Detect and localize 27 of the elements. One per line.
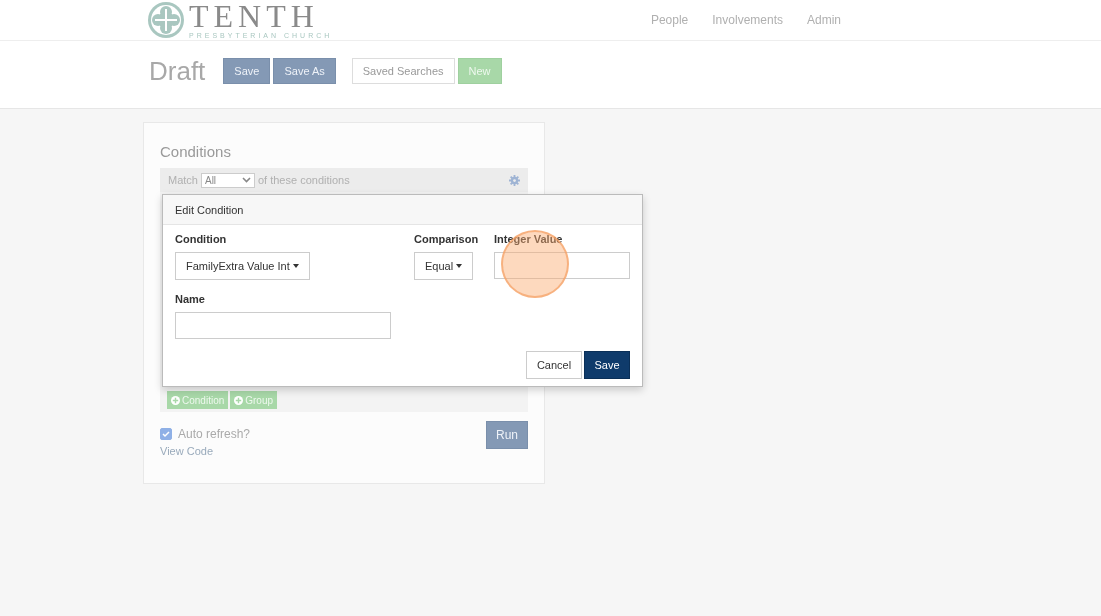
page-title: Draft <box>149 57 206 85</box>
dialog-button[interactable]: Cancel <box>526 351 582 379</box>
toolbar-button[interactable]: Save As <box>273 58 336 84</box>
dialog-button[interactable]: Save <box>584 351 630 379</box>
toolbar-button[interactable]: Saved Searches <box>351 58 455 84</box>
nav-link[interactable]: People <box>650 13 689 27</box>
checkbox-label: Auto refresh? <box>178 427 251 441</box>
section-title: Conditions <box>160 143 232 160</box>
toolbar-button[interactable]: Save <box>223 58 271 84</box>
logo-wordmark: TENTH <box>189 0 319 31</box>
match-suffix: of these conditions <box>257 174 350 186</box>
dialog-title: Edit Condition <box>163 195 642 225</box>
view-code-link[interactable]: View Code <box>160 445 213 457</box>
comparison-dropdown[interactable]: Equal <box>414 252 474 280</box>
field-label: Integer Value <box>494 233 563 245</box>
match-label: Match <box>168 174 198 186</box>
field-label: Condition <box>175 233 227 245</box>
condition-dropdown[interactable]: FamilyExtra Value Int <box>175 252 310 280</box>
field-label: Comparison <box>414 233 479 245</box>
add-button[interactable]: Group <box>230 391 278 409</box>
field-label: Name <box>175 293 205 305</box>
nav-link[interactable]: Involvements <box>712 13 783 27</box>
run-button[interactable]: Run <box>486 421 528 449</box>
add-button[interactable]: Condition <box>167 391 229 409</box>
toolbar-button[interactable]: New <box>457 58 502 84</box>
match-select[interactable]: All <box>200 172 255 188</box>
nav-link[interactable]: Admin <box>807 13 841 27</box>
